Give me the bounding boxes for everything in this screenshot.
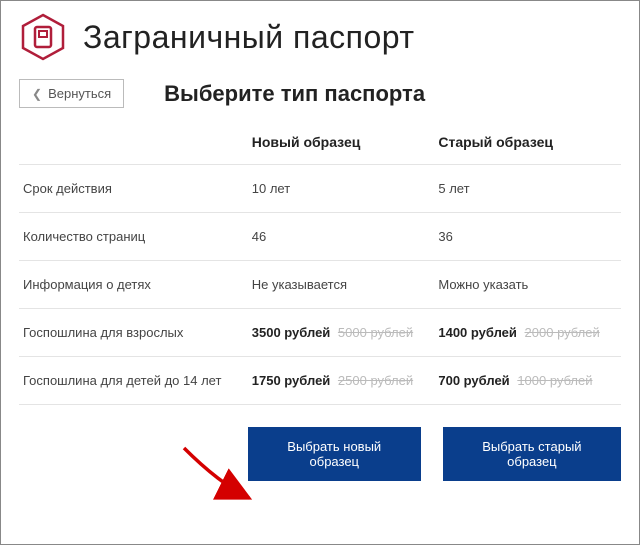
price: 1400 рублей — [438, 325, 517, 340]
row-label: Информация о детях — [19, 261, 248, 309]
row-label: Госпошлина для детей до 14 лет — [19, 357, 248, 405]
choose-old-button[interactable]: Выбрать старый образец — [443, 427, 621, 481]
passport-icon — [19, 13, 67, 61]
table-row: Количество страниц 46 36 — [19, 213, 621, 261]
table-row: Госпошлина для взрослых 3500 рублей 5000… — [19, 309, 621, 357]
page-title: Заграничный паспорт — [83, 19, 415, 56]
column-header-old: Старый образец — [434, 116, 621, 165]
table-row: Срок действия 10 лет 5 лет — [19, 165, 621, 213]
cell-value: 36 — [434, 213, 621, 261]
choose-new-button[interactable]: Выбрать новый образец — [248, 427, 421, 481]
subtitle: Выберите тип паспорта — [164, 81, 425, 107]
cell-value: 10 лет — [248, 165, 435, 213]
price-old: 5000 рублей — [338, 325, 413, 340]
back-button-label: Вернуться — [48, 86, 111, 101]
row-label: Срок действия — [19, 165, 248, 213]
row-label: Госпошлина для взрослых — [19, 309, 248, 357]
row-label: Количество страниц — [19, 213, 248, 261]
price-old: 2500 рублей — [338, 373, 413, 388]
table-row: Госпошлина для детей до 14 лет 1750 рубл… — [19, 357, 621, 405]
cell-value: Не указывается — [248, 261, 435, 309]
cell-value: 1400 рублей 2000 рублей — [434, 309, 621, 357]
price-old: 2000 рублей — [525, 325, 600, 340]
column-header-new: Новый образец — [248, 116, 435, 165]
actions-row: Выбрать новый образец Выбрать старый обр… — [248, 405, 621, 481]
page-header: Заграничный паспорт — [19, 13, 621, 61]
cell-value: 700 рублей 1000 рублей — [434, 357, 621, 405]
chevron-left-icon: ❮ — [32, 87, 42, 101]
back-button[interactable]: ❮ Вернуться — [19, 79, 124, 108]
comparison-table: Новый образец Старый образец Срок действ… — [19, 116, 621, 405]
cell-value: 5 лет — [434, 165, 621, 213]
cell-value: Можно указать — [434, 261, 621, 309]
cell-value: 3500 рублей 5000 рублей — [248, 309, 435, 357]
price: 1750 рублей — [252, 373, 331, 388]
table-row: Информация о детях Не указывается Можно … — [19, 261, 621, 309]
price: 3500 рублей — [252, 325, 331, 340]
price-old: 1000 рублей — [517, 373, 592, 388]
cell-value: 1750 рублей 2500 рублей — [248, 357, 435, 405]
price: 700 рублей — [438, 373, 509, 388]
cell-value: 46 — [248, 213, 435, 261]
